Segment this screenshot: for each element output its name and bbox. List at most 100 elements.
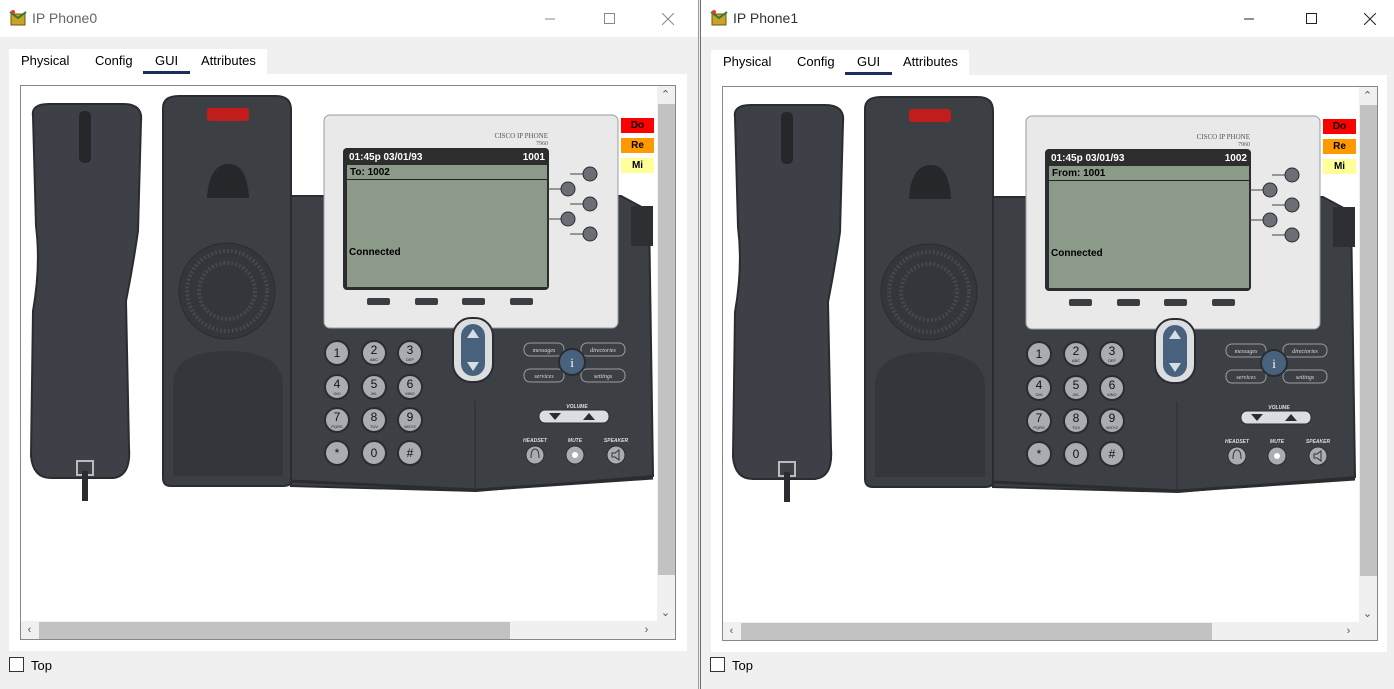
keypad-key-4[interactable]: 4 GHI — [1026, 375, 1052, 401]
keypad-key-6[interactable]: 6 MNO — [397, 374, 423, 400]
settings-button[interactable]: settings — [1282, 369, 1328, 384]
tab-physical[interactable]: Physical — [723, 50, 771, 75]
soft-key[interactable] — [367, 298, 390, 305]
tab-gui[interactable]: GUI — [844, 50, 893, 75]
messages-button[interactable]: messages — [523, 342, 565, 357]
horizontal-scrollbar[interactable]: ‹ › — [723, 622, 1377, 640]
top-checkbox[interactable] — [9, 657, 24, 672]
display-extension: 1002 — [1224, 153, 1247, 164]
scroll-down-icon[interactable]: ⌄ — [657, 604, 674, 621]
scroll-right-icon[interactable]: › — [1340, 622, 1357, 639]
keypad-key-3[interactable]: 3 DEF — [397, 340, 423, 366]
scroll-left-icon[interactable]: ‹ — [723, 622, 740, 639]
tab-config[interactable]: Config — [95, 49, 133, 74]
keypad-key-0[interactable]: 0 — [361, 440, 387, 466]
soft-key[interactable] — [415, 298, 438, 305]
keypad-key-star[interactable]: * — [324, 440, 350, 466]
do-button[interactable]: Do — [1323, 119, 1356, 134]
keypad-key-7[interactable]: 7 PQRS — [1026, 408, 1052, 434]
svg-text:services: services — [534, 374, 554, 380]
navigation-button[interactable] — [1154, 318, 1196, 384]
maximize-icon — [1305, 13, 1317, 24]
keypad-key-hash[interactable]: # — [397, 440, 423, 466]
keypad-key-2[interactable]: 2 ABC — [361, 340, 387, 366]
soft-key[interactable] — [1164, 299, 1187, 306]
keypad-key-4[interactable]: 4 GHI — [324, 374, 350, 400]
svg-text:i: i — [1272, 356, 1276, 371]
keypad-key-7[interactable]: 7 PQRS — [324, 407, 350, 433]
minimize-button[interactable] — [1226, 0, 1272, 37]
navigation-button[interactable] — [452, 317, 494, 383]
re-button[interactable]: Re — [1323, 139, 1356, 154]
keypad-key-2[interactable]: 2 ABC — [1063, 341, 1089, 367]
mi-button[interactable]: Mi — [1323, 159, 1356, 174]
keypad-key-star[interactable]: * — [1026, 441, 1052, 467]
info-button[interactable]: i — [1260, 349, 1288, 377]
tab-physical[interactable]: Physical — [21, 49, 69, 74]
keypad-key-0[interactable]: 0 — [1063, 441, 1089, 467]
keypad-key-9[interactable]: 9 WXYZ — [1099, 408, 1125, 434]
info-button[interactable]: i — [558, 348, 586, 376]
keypad-key-9[interactable]: 9 WXYZ — [397, 407, 423, 433]
horizontal-scroll-thumb[interactable] — [39, 622, 510, 639]
minimize-button[interactable] — [527, 0, 573, 37]
scroll-left-icon[interactable]: ‹ — [21, 621, 38, 638]
services-button[interactable]: services — [1225, 369, 1267, 384]
svg-text:DEF: DEF — [1108, 358, 1117, 363]
soft-key[interactable] — [510, 298, 533, 305]
directories-button[interactable]: directories — [580, 342, 626, 357]
handset[interactable] — [731, 104, 845, 502]
horizontal-scrollbar[interactable]: ‹ › — [21, 621, 675, 639]
mute-button[interactable] — [565, 445, 585, 465]
keypad-key-8[interactable]: 8 TUV — [361, 407, 387, 433]
scroll-down-icon[interactable]: ⌄ — [1359, 605, 1376, 622]
keypad-key-1[interactable]: 1 — [324, 340, 350, 366]
re-button[interactable]: Re — [621, 138, 654, 153]
keypad-key-5[interactable]: 5 JKL — [1063, 375, 1089, 401]
settings-button[interactable]: settings — [580, 368, 626, 383]
vertical-scroll-thumb[interactable] — [1360, 105, 1377, 576]
tab-attributes[interactable]: Attributes — [903, 50, 958, 75]
maximize-button[interactable] — [1288, 0, 1334, 37]
keypad-key-3[interactable]: 3 DEF — [1099, 341, 1125, 367]
scroll-right-icon[interactable]: › — [638, 621, 655, 638]
svg-text:ABC: ABC — [1072, 358, 1080, 363]
mi-button[interactable]: Mi — [621, 158, 654, 173]
maximize-button[interactable] — [586, 0, 632, 37]
keypad-key-6[interactable]: 6 MNO — [1099, 375, 1125, 401]
messages-button[interactable]: messages — [1225, 343, 1267, 358]
services-button[interactable]: services — [523, 368, 565, 383]
directories-button[interactable]: directories — [1282, 343, 1328, 358]
vertical-scroll-thumb[interactable] — [658, 104, 675, 575]
keypad-key-1[interactable]: 1 — [1026, 341, 1052, 367]
vertical-scrollbar[interactable]: ⌃ ⌄ — [657, 86, 675, 621]
keypad-key-5[interactable]: 5 JKL — [361, 374, 387, 400]
speaker-button[interactable] — [606, 445, 626, 465]
vertical-scrollbar[interactable]: ⌃ ⌄ — [1359, 87, 1377, 622]
close-button[interactable] — [645, 0, 691, 37]
scroll-up-icon[interactable]: ⌃ — [657, 86, 674, 103]
headset-button[interactable] — [525, 445, 545, 465]
handset[interactable] — [29, 103, 143, 501]
tab-attributes[interactable]: Attributes — [201, 49, 256, 74]
volume-rocker[interactable] — [538, 409, 610, 424]
keypad-key-8[interactable]: 8 TUV — [1063, 408, 1089, 434]
soft-key[interactable] — [462, 298, 485, 305]
svg-text:WXYZ: WXYZ — [404, 424, 416, 429]
soft-key[interactable] — [1212, 299, 1235, 306]
close-button[interactable] — [1347, 0, 1393, 37]
mute-button[interactable] — [1267, 446, 1287, 466]
do-button[interactable]: Do — [621, 118, 654, 133]
tab-config[interactable]: Config — [797, 50, 835, 75]
ip-phone1-window: IP Phone1 Physical Config GUI Attributes — [700, 0, 1394, 689]
tab-gui[interactable]: GUI — [142, 49, 191, 74]
headset-button[interactable] — [1227, 446, 1247, 466]
soft-key[interactable] — [1117, 299, 1140, 306]
keypad-key-hash[interactable]: # — [1099, 441, 1125, 467]
horizontal-scroll-thumb[interactable] — [741, 623, 1212, 640]
top-checkbox[interactable] — [710, 657, 725, 672]
volume-rocker[interactable] — [1240, 410, 1312, 425]
scroll-up-icon[interactable]: ⌃ — [1359, 87, 1376, 104]
soft-key[interactable] — [1069, 299, 1092, 306]
speaker-button[interactable] — [1308, 446, 1328, 466]
